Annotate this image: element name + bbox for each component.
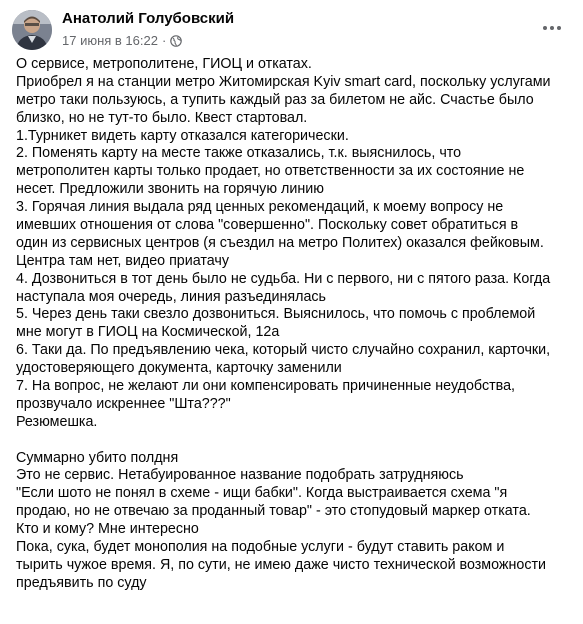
post-text-line: продаю, но не отвечаю за проданный товар… [16, 503, 531, 520]
post-text-line: Кто и кому? Мне интересно [16, 521, 199, 538]
post-text-line: Резюмешка. [16, 413, 98, 430]
post-date[interactable]: 17 июня в 16:22 [62, 33, 158, 48]
post-text-line: 1.Турникет видеть карту отказался катего… [16, 127, 349, 144]
post-text-line: 3. Горячая линия выдала ряд ценных реком… [16, 199, 504, 216]
post-text-line: предъявить по суду [16, 574, 147, 591]
avatar-photo [12, 10, 52, 50]
post-text-line: "Если шото не понял в схеме - ищи бабки"… [16, 485, 508, 502]
post-text-line: метро таки пользуюсь, а тупить каждый ра… [16, 91, 534, 108]
meta-separator: · [161, 33, 167, 48]
post-body: О сервисе, метрополитене, ГИОЦ и откатах… [16, 56, 573, 593]
globe-icon[interactable] [170, 34, 183, 47]
post-text-line: Приобрел я на станции метро Житомирская … [16, 73, 551, 90]
post-paragraph-1: О сервисе, метрополитене, ГИОЦ и откатах… [16, 56, 573, 432]
post-text-line: 6. Таки да. По предъявлению чека, которы… [16, 342, 551, 359]
post-text-line: Это не сервис. Нетабуированное название … [16, 467, 464, 484]
post-text-line: О сервисе, метрополитене, ГИОЦ и откатах… [16, 56, 312, 72]
post-text-line: мне могут в ГИОЦ на Космической, 12а [16, 324, 280, 341]
author-name[interactable]: Анатолий Голубовский [62, 10, 234, 27]
post-text-line: 5. Через день таки свезло дозвониться. В… [16, 306, 536, 323]
post-text-line: 7. На вопрос, не желают ли они компенсир… [16, 378, 516, 395]
post-paragraph-2: Суммарно убито полдня Это не сервис. Нета… [16, 450, 573, 593]
post-meta: 17 июня в 16:22 · [62, 33, 183, 48]
post-text-line: Центра там нет, видео приатачу [16, 252, 230, 269]
post-text-line: Пока, сука, будет монополия на подобные … [16, 539, 505, 556]
more-horizontal-icon [543, 26, 561, 30]
post-text-line: наступала моя очередь, линия разъединяла… [16, 288, 327, 305]
post-text-line: несет. Предложили звонить на горячую лин… [16, 181, 324, 198]
post-text-line: один из сервисных центров (я съездил на … [16, 234, 544, 251]
post-header: Анатолий Голубовский 17 июня в 16:22 · [12, 8, 572, 52]
post-text-line: удостоверяющего документа, карточку заме… [16, 360, 342, 377]
author-avatar[interactable] [12, 10, 52, 50]
post-text-line: тырить чужое время. Я, по сути, не имею … [16, 556, 547, 573]
more-options-button[interactable] [534, 14, 570, 42]
post-text-line: метрополитен карты только продает, но от… [16, 163, 525, 180]
post-text-line: Суммарно убито полдня [16, 449, 179, 466]
post-text-line: прозвучало искреннее "Шта???" [16, 395, 231, 412]
post-text-line: 2. Поменять карту на месте также отказал… [16, 145, 462, 162]
post-text-line: 4. Дозвониться в тот день было не судьба… [16, 270, 551, 287]
post-text-line: близко, но не тут-то было. Квест стартов… [16, 109, 308, 126]
facebook-post: Анатолий Голубовский 17 июня в 16:22 · О… [0, 0, 583, 624]
post-text-line: имевших отношения от слова "совершенно".… [16, 217, 519, 234]
